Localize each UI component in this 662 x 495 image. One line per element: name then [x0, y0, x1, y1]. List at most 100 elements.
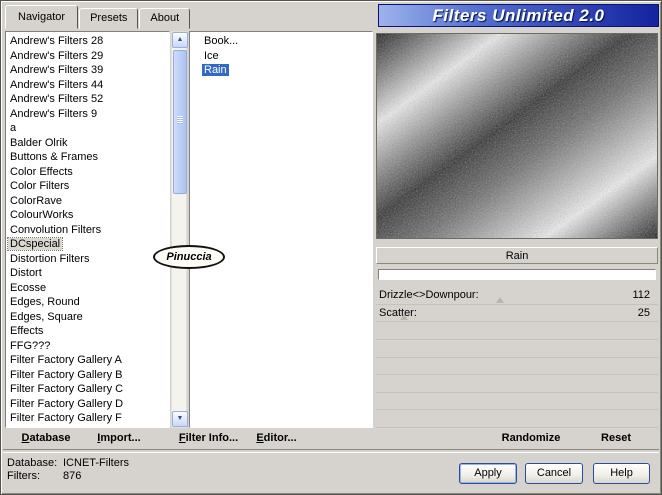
vertical-scrollbar[interactable] — [171, 31, 188, 428]
parameter-row[interactable]: Scatter: 25 — [376, 305, 658, 323]
tab-label: Presets — [90, 12, 128, 24]
category-item-label: Color Effects — [10, 165, 73, 178]
tab[interactable]: About — [139, 8, 191, 29]
scrollbar-thumb[interactable] — [173, 50, 187, 194]
filter-item-label: Book... — [204, 35, 239, 47]
cancel-button[interactable]: Cancel — [525, 463, 583, 484]
title-banner: Filters Unlimited 2.0 — [378, 4, 659, 27]
category-item-label: Filter Factory Gallery A — [10, 354, 122, 366]
category-item[interactable]: Balder Olrik — [8, 136, 169, 151]
category-item-label: Edges, Round — [10, 296, 80, 308]
category-item-label: Andrew's Filters 9 — [10, 107, 98, 120]
preview-image — [377, 34, 657, 238]
category-item[interactable]: Distort — [8, 266, 169, 281]
category-item[interactable]: Andrew's Filters 9 — [8, 107, 169, 122]
parameter-value: 25 — [637, 306, 650, 319]
filter-item[interactable]: Rain — [202, 63, 372, 78]
parameter-label: Scatter: — [379, 306, 417, 319]
category-item-label: Andrew's Filters 28 — [10, 35, 104, 47]
status-database-label: Database: — [7, 457, 58, 469]
filters-unlimited-dialog: Navigator Presets About Filters Unlimite… — [0, 0, 662, 495]
editor-button[interactable]: Editor... — [249, 430, 304, 446]
category-item[interactable]: Ecosse — [8, 281, 169, 296]
tab-label: Navigator — [18, 11, 66, 23]
category-item[interactable]: ColorRave — [8, 194, 169, 209]
watermark-text: Pinuccia — [166, 251, 212, 263]
category-item-label: Filter Factory Gallery F — [10, 412, 122, 424]
category-item[interactable]: Color Effects — [8, 165, 169, 180]
category-item-label: Filter Factory Gallery C — [10, 383, 124, 395]
category-item[interactable]: Distortion Filters — [8, 252, 169, 267]
category-item-label: Filter Factory Gallery D — [10, 397, 124, 410]
category-item-label: Convolution Filters — [10, 223, 102, 236]
tab-label: About — [150, 12, 180, 24]
category-item[interactable]: Filter Factory Gallery B — [8, 368, 169, 383]
filter-item-label: Ice — [204, 49, 219, 62]
category-item[interactable]: Filter Factory Gallery C — [8, 382, 169, 397]
category-item[interactable]: Effects — [8, 324, 169, 339]
category-item[interactable]: a — [8, 121, 169, 136]
filter-item-label: Rain — [202, 64, 229, 76]
category-item-label: FFG??? — [10, 339, 51, 352]
filter-item[interactable]: Book... — [202, 34, 372, 49]
category-item[interactable]: Edges, Square — [8, 310, 169, 325]
tab[interactable]: Presets — [79, 8, 139, 29]
category-item-label: Ecosse — [10, 281, 47, 294]
category-item-label: DCspecial — [6, 237, 64, 251]
parameter-label: Drizzle<>Downpour: — [379, 289, 479, 301]
category-item[interactable]: Buttons & Frames — [8, 150, 169, 165]
category-item[interactable]: Filter Factory Gallery F — [8, 411, 169, 426]
category-item[interactable]: Andrew's Filters 44 — [8, 78, 169, 93]
tab[interactable]: Navigator — [5, 5, 79, 29]
category-item-label: Distort — [10, 267, 42, 279]
category-list: Andrew's Filters 28 Andrew's Filters 29 … — [5, 31, 170, 428]
category-item[interactable]: Convolution Filters — [8, 223, 169, 238]
category-item-label: Balder Olrik — [10, 136, 68, 149]
parameter-row[interactable] — [376, 340, 658, 358]
title-text: Filters Unlimited 2.0 — [432, 5, 605, 25]
scroll-down-button[interactable] — [172, 411, 188, 427]
category-item[interactable]: FFG??? — [8, 339, 169, 354]
category-item[interactable]: Color Filters — [8, 179, 169, 194]
category-item-label: Color Filters — [10, 180, 70, 192]
category-item[interactable]: Filter Factory Gallery D — [8, 397, 169, 412]
progress-bar — [378, 269, 656, 280]
category-item-label: Andrew's Filters 39 — [10, 64, 104, 76]
category-item-label: ColourWorks — [10, 209, 74, 221]
parameter-row[interactable] — [376, 358, 658, 376]
scroll-up-button[interactable] — [172, 32, 188, 48]
filter-info-button[interactable]: Filter Info... — [171, 430, 246, 446]
parameter-row[interactable] — [376, 393, 658, 411]
parameter-row[interactable]: Drizzle<>Downpour: 112 — [376, 287, 658, 305]
parameter-row[interactable] — [376, 322, 658, 340]
category-item-label: ColorRave — [10, 194, 62, 207]
category-item[interactable]: DCspecial — [6, 237, 169, 252]
category-item[interactable]: Andrew's Filters 29 — [8, 49, 169, 64]
category-item[interactable]: ColourWorks — [8, 208, 169, 223]
category-item[interactable]: Andrew's Filters 39 — [8, 63, 169, 78]
category-item-label: Andrew's Filters 44 — [10, 78, 104, 91]
import-button[interactable]: Import... — [89, 430, 149, 446]
category-item-label: a — [10, 122, 17, 134]
slider-marker-icon[interactable] — [400, 314, 409, 321]
category-item-label: Andrew's Filters 52 — [10, 93, 104, 105]
parameter-row[interactable] — [376, 375, 658, 393]
category-item[interactable]: Andrew's Filters 52 — [8, 92, 169, 107]
reset-button[interactable]: Reset — [586, 430, 646, 446]
database-button[interactable]: Database — [11, 430, 81, 446]
parameter-table: Drizzle<>Downpour: 112 Scatter: 25 — [376, 287, 658, 428]
slider-marker-icon[interactable] — [496, 296, 505, 303]
preview-pane[interactable] — [376, 33, 658, 239]
randomize-button[interactable]: Randomize — [471, 430, 591, 446]
category-item[interactable]: Edges, Round — [8, 295, 169, 310]
help-button[interactable]: Help — [593, 463, 650, 484]
status-filters-label: Filters: — [7, 470, 40, 482]
apply-button[interactable]: Apply — [459, 463, 517, 484]
category-item[interactable]: Filter Factory Gallery A — [8, 353, 169, 368]
status-divider — [3, 449, 659, 453]
category-item-label: Edges, Square — [10, 310, 83, 323]
category-item[interactable]: Andrew's Filters 28 — [8, 34, 169, 49]
parameter-row[interactable] — [376, 410, 658, 428]
filter-item[interactable]: Ice — [202, 49, 372, 64]
category-item-label: Buttons & Frames — [10, 151, 99, 163]
